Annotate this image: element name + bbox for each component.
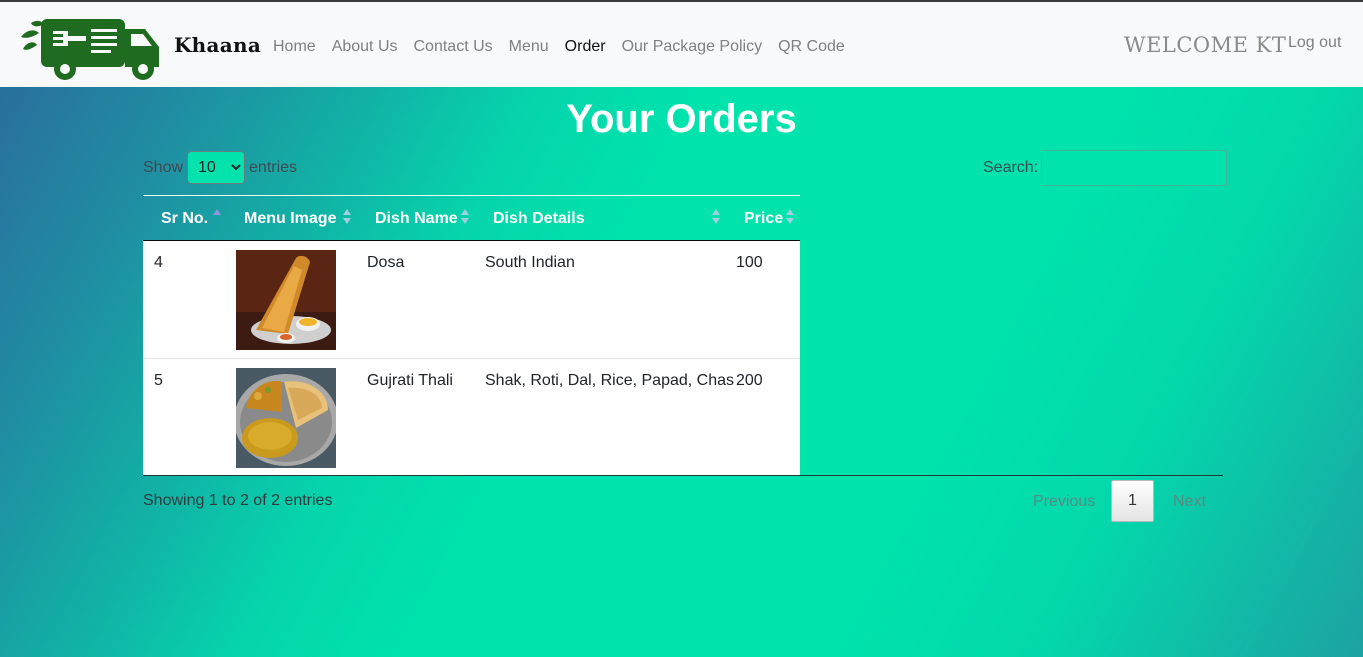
dish-name-cell: Dosa xyxy=(367,254,405,271)
search-control: Search: xyxy=(983,150,1228,186)
dish-details-cell: Shak, Roti, Dal, Rice, Papad, Chas xyxy=(485,372,735,389)
column-header-dish-details[interactable]: Dish Details xyxy=(493,210,585,228)
brand-name[interactable]: Khaana xyxy=(174,33,261,57)
sort-icon[interactable] xyxy=(712,209,720,227)
table-header: Sr No. Menu Image Dish Name Dish Details… xyxy=(143,195,800,241)
sort-icon[interactable] xyxy=(213,209,221,227)
nav-link-contact-us[interactable]: Contact Us xyxy=(414,38,493,56)
nav-link-order[interactable]: Order xyxy=(565,38,606,56)
search-label: Search: xyxy=(983,159,1039,176)
search-input[interactable] xyxy=(1041,150,1228,186)
food-truck-logo-icon[interactable] xyxy=(17,15,165,81)
entries-label: entries xyxy=(249,158,298,176)
nav-link-home[interactable]: Home xyxy=(273,38,316,56)
dish-details-cell: South Indian xyxy=(485,254,575,271)
sort-icon[interactable] xyxy=(461,209,469,227)
pagination-previous[interactable]: Previous xyxy=(1033,493,1095,511)
orders-section: Your Orders Show 10 entries Search: Sr N… xyxy=(0,87,1363,657)
table-row: 5 Gujrati Thali Shak, Roti, Dal, Rice, P… xyxy=(143,358,800,475)
column-header-price[interactable]: Price xyxy=(744,210,783,228)
table-row: 4 Dosa South Indian 100 xyxy=(143,241,800,358)
price-cell: 200 xyxy=(736,372,763,389)
sort-icon[interactable] xyxy=(343,209,351,227)
nav-link-menu[interactable]: Menu xyxy=(509,38,549,56)
sort-icon[interactable] xyxy=(786,209,794,227)
table-divider xyxy=(143,475,1223,476)
dosa-image xyxy=(236,250,336,350)
page-length-select[interactable]: 10 xyxy=(187,151,246,184)
column-header-sr-no[interactable]: Sr No. xyxy=(161,210,208,228)
logout-link[interactable]: Log out xyxy=(1288,34,1341,52)
page-title: Your Orders xyxy=(566,97,797,141)
price-cell: 100 xyxy=(736,254,763,271)
nav-links: Home About Us Contact Us Menu Order Our … xyxy=(273,38,861,56)
sr-no-cell: 4 xyxy=(154,254,163,271)
column-header-dish-name[interactable]: Dish Name xyxy=(375,210,458,228)
top-navbar: Khaana Home About Us Contact Us Menu Ord… xyxy=(0,0,1363,87)
dish-name-cell: Gujrati Thali xyxy=(367,372,453,389)
pagination-page-1[interactable]: 1 xyxy=(1111,480,1154,522)
nav-link-qr-code[interactable]: QR Code xyxy=(778,38,845,56)
sr-no-cell: 5 xyxy=(154,372,163,389)
gujrati-thali-image xyxy=(236,368,336,468)
orders-table: 4 Dosa South Indian 100 5 Gujrati Thali … xyxy=(143,241,800,475)
welcome-message: WELCOME KT xyxy=(1124,33,1287,57)
page-length-control: Show 10 entries xyxy=(143,151,297,184)
nav-link-package-policy[interactable]: Our Package Policy xyxy=(622,38,763,56)
nav-link-about-us[interactable]: About Us xyxy=(332,38,398,56)
show-label: Show xyxy=(143,158,184,176)
column-header-menu-image[interactable]: Menu Image xyxy=(244,210,336,228)
table-info: Showing 1 to 2 of 2 entries xyxy=(143,492,333,509)
pagination-next[interactable]: Next xyxy=(1173,493,1206,511)
